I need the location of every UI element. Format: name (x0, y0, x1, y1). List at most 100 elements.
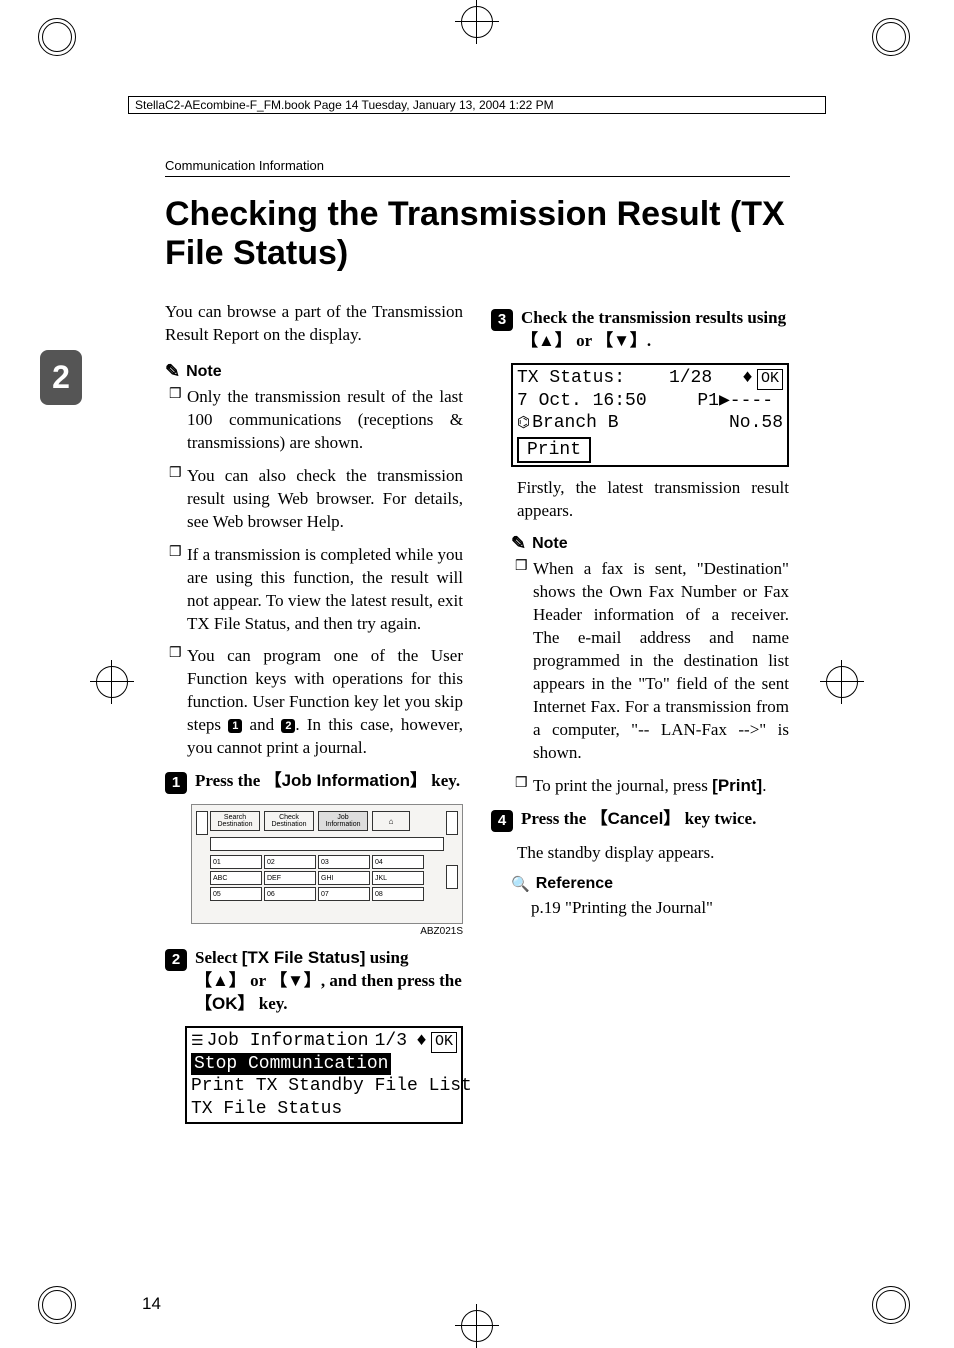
step3-result-text: Firstly, the latest transmission result … (517, 477, 789, 523)
note-label: Note (532, 535, 568, 553)
panel-side-button (446, 811, 458, 835)
step-ref-2: 2 (281, 719, 295, 733)
lcd-line-2: 7 Oct. 16:50 P1▶---- (517, 390, 783, 413)
s2-or: or (246, 971, 270, 990)
step-1-number: 1 (165, 772, 187, 794)
ok-key: OK (212, 994, 238, 1013)
rb: 】 (663, 809, 680, 828)
cancel-key: Cancel (608, 809, 664, 828)
left-bracket: 【 (265, 771, 282, 790)
step-1-prefix: Press the (195, 771, 265, 790)
step-1-text: Press the 【Job Information】 key. (195, 770, 460, 794)
step-2-number: 2 (165, 949, 187, 971)
cell: 05 (210, 887, 262, 901)
cell: 08 (372, 887, 424, 901)
note-list-right: When a fax is sent, "Destination" shows … (511, 558, 789, 797)
note-text-and: and (242, 715, 281, 734)
cell: GHI (318, 871, 370, 885)
step-1: 1 Press the 【Job Information】 key. (165, 770, 463, 794)
s2-mid1: using (365, 948, 408, 967)
step-1-suffix: key. (427, 771, 460, 790)
group-icon (517, 412, 532, 435)
two-column-layout: You can browse a part of the Transmissio… (165, 301, 790, 1134)
lcd-title: Job Information (207, 1030, 369, 1053)
step-2-text: Select [TX File Status] using 【▲】 or 【▼】… (195, 947, 463, 1016)
page-title: Checking the Transmission Result (TX Fil… (165, 195, 790, 273)
step-4-number: 4 (491, 810, 513, 832)
lcd-ok-group: ♦OK (416, 1030, 457, 1053)
note-print-text: To print the journal, press (533, 776, 712, 795)
lcd-label: TX Status: (517, 367, 625, 390)
panel-display-row (210, 837, 444, 851)
note-label: Note (186, 363, 222, 381)
lcd-job-information: Job Information 1/3 ♦OK Stop Communicati… (185, 1026, 463, 1124)
crop-mark-bottom-left (38, 1286, 82, 1330)
crop-mark-top-left (38, 18, 82, 62)
column-left: You can browse a part of the Transmissio… (165, 301, 463, 1134)
down-arrow-key: 【▼】 (270, 971, 321, 990)
home-icon: ⌂ (372, 811, 410, 831)
cell: 03 (318, 855, 370, 869)
lcd-line-2: Stop Communication (191, 1053, 457, 1076)
step-3-text: Check the transmission results using 【▲】… (521, 307, 789, 353)
lcd-p1: P1▶---- (697, 390, 773, 413)
lcd-page: 1/3 (375, 1030, 407, 1053)
note-item: Only the transmission result of the last… (169, 386, 463, 455)
cell: 02 (264, 855, 316, 869)
panel-quickdial-grid: 01 02 03 04 ABC DEF GHI JKL 05 06 07 08 (210, 855, 444, 901)
book-frame-header: StellaC2-AEcombine-F_FM.book Page 14 Tue… (128, 96, 826, 114)
rb: 】 (238, 994, 255, 1013)
step-2: 2 Select [TX File Status] using 【▲】 or 【… (165, 947, 463, 1016)
s4-suffix: key twice. (680, 809, 756, 828)
step-3: 3 Check the transmission results using 【… (491, 307, 789, 353)
note-heading: Note (165, 361, 463, 382)
lcd-line-3: Print TX Standby File List (191, 1075, 457, 1098)
lcd-ok-group: ♦OK (742, 367, 783, 390)
lb: 【 (591, 809, 608, 828)
step-3-number: 3 (491, 309, 513, 331)
lcd-selected-item: Stop Communication (191, 1053, 391, 1076)
s4-prefix: Press the (521, 809, 591, 828)
registration-mark-right (820, 660, 864, 704)
list-icon (191, 1030, 207, 1053)
lcd-print-button: Print (517, 437, 591, 464)
lcd-line-1: Job Information 1/3 ♦OK (191, 1030, 457, 1053)
lcd-no: No.58 (729, 412, 783, 435)
step-4-text: Press the 【Cancel】 key twice. (521, 808, 756, 832)
print-key: [Print] (712, 776, 762, 795)
s3-or: or (572, 331, 596, 350)
s2-item: [TX File Status] (242, 948, 366, 967)
chapter-side-tab: 2 (40, 350, 82, 405)
cell: 04 (372, 855, 424, 869)
page: StellaC2-AEcombine-F_FM.book Page 14 Tue… (0, 0, 954, 1348)
reference-text: p.19 "Printing the Journal" (531, 897, 789, 920)
s3-suffix: . (647, 331, 651, 350)
down-arrow-key: 【▼】 (596, 331, 647, 350)
ok-indicator: OK (757, 369, 783, 390)
lcd-line-3: Branch B No.58 (517, 412, 783, 435)
reference-label: Reference (536, 875, 613, 893)
cell: DEF (264, 871, 316, 885)
lcd-dest: Branch B (532, 412, 618, 435)
registration-mark-left (90, 660, 134, 704)
crop-mark-top-right (872, 18, 916, 62)
intro-text: You can browse a part of the Transmissio… (165, 301, 463, 347)
panel-side-button (196, 811, 208, 835)
cell: ABC (210, 871, 262, 885)
cell: 07 (318, 887, 370, 901)
note-item: When a fax is sent, "Destination" shows … (515, 558, 789, 764)
control-panel-figure: Search Destination Check Destination Job… (191, 804, 463, 924)
lcd-line-4: TX File Status (191, 1098, 457, 1121)
ok-indicator: OK (431, 1032, 457, 1053)
chapter-number: 2 (52, 359, 70, 396)
note-item: You can program one of the User Function… (169, 645, 463, 760)
s2-suffix: key. (255, 994, 288, 1013)
note-heading: Note (511, 533, 789, 554)
standby-text: The standby display appears. (517, 842, 789, 865)
note-item: If a transmission is completed while you… (169, 544, 463, 636)
panel-btn-check: Check Destination (264, 811, 314, 831)
step-ref-1: 1 (228, 719, 242, 733)
lcd-datetime: 7 Oct. 16:50 (517, 390, 647, 413)
panel-top-row: Search Destination Check Destination Job… (210, 811, 444, 831)
column-right: 3 Check the transmission results using 【… (491, 301, 789, 1134)
